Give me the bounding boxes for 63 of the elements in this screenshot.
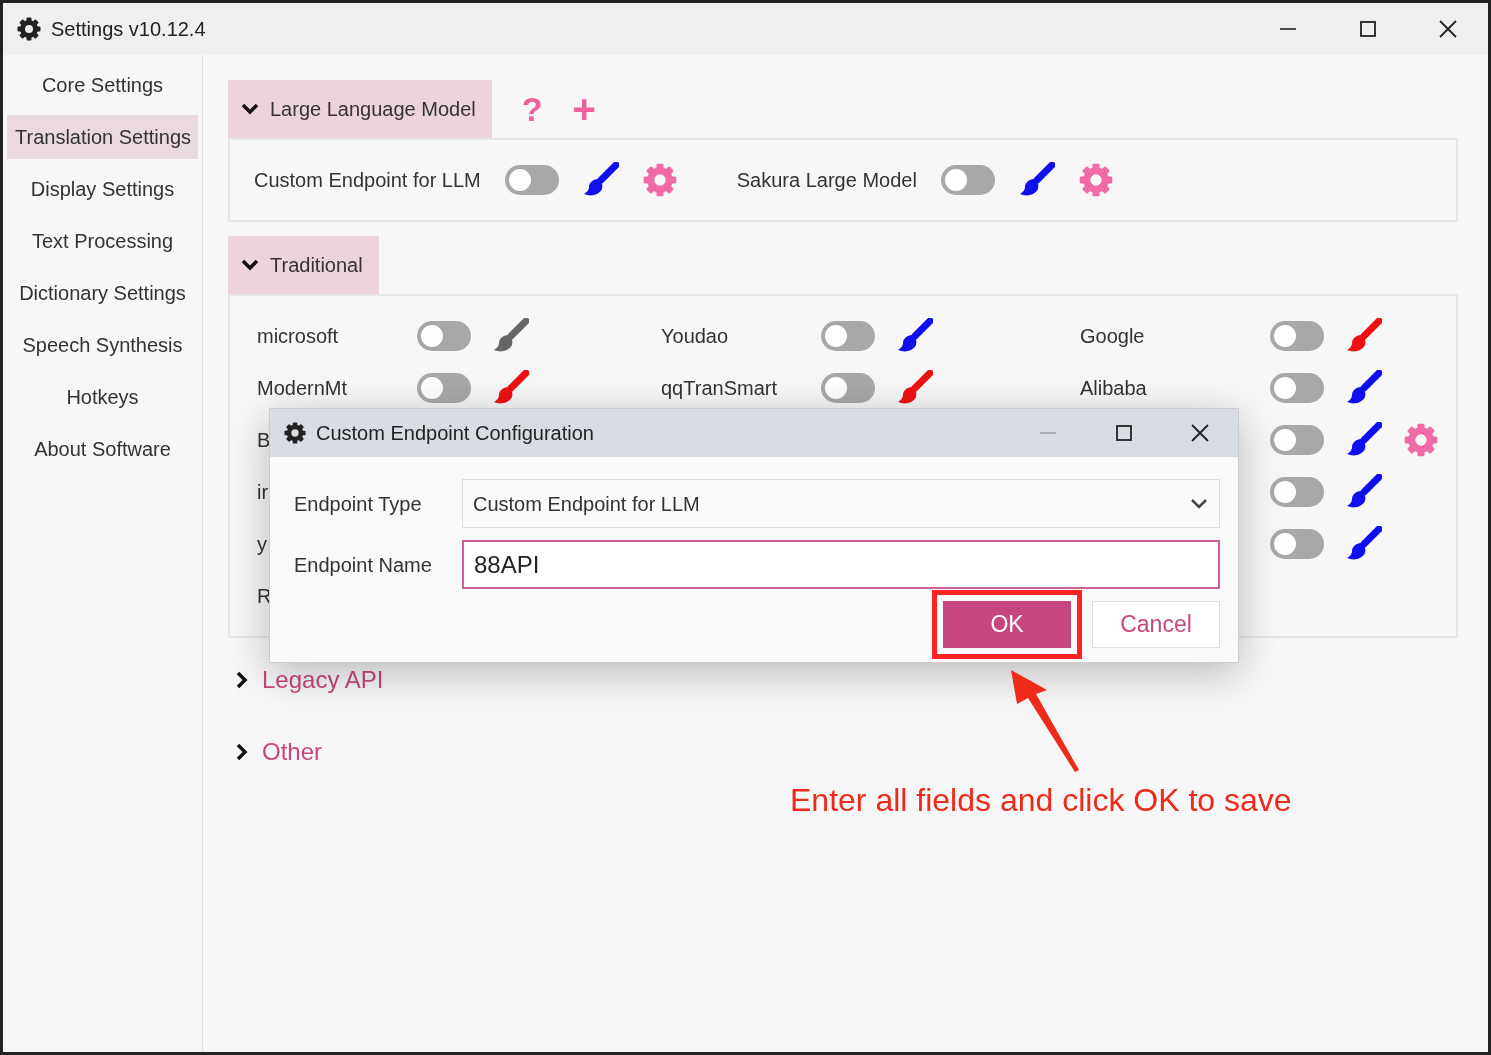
engine-name: Google (1080, 324, 1145, 349)
toggle-switch[interactable] (1270, 373, 1324, 403)
toggle-switch[interactable] (417, 321, 471, 351)
paintbrush-icon[interactable] (1346, 474, 1382, 510)
section-header[interactable]: Large Language Model (228, 80, 492, 138)
engine-name: B (257, 428, 271, 453)
settings-icon[interactable] (1404, 423, 1438, 457)
engine-name: ir (257, 480, 269, 505)
sidebar-item[interactable]: About Software (7, 427, 198, 471)
settings-icon[interactable] (642, 163, 677, 197)
toggle-switch[interactable] (821, 373, 875, 403)
engine-name: Custom Endpoint for LLM (254, 168, 481, 193)
sidebar-item[interactable]: Dictionary Settings (7, 271, 198, 315)
maximize-icon[interactable] (1358, 19, 1378, 39)
sidebar-item[interactable]: Text Processing (7, 219, 198, 263)
section-header[interactable]: Other (228, 724, 1458, 780)
engine-name: Youdao (661, 324, 729, 349)
sidebar-item[interactable]: Display Settings (7, 167, 198, 211)
paintbrush-icon[interactable] (1018, 162, 1055, 198)
annotation-text: Enter all fields and click OK to save (790, 781, 1292, 820)
sidebar-item[interactable]: Translation Settings (7, 115, 198, 159)
gear-icon (17, 17, 41, 41)
engine-name: Alibaba (1080, 376, 1147, 401)
engine-name: qqTranSmart (661, 376, 777, 401)
close-icon[interactable] (1190, 423, 1210, 443)
close-icon[interactable] (1438, 19, 1458, 39)
toggle-switch[interactable] (504, 165, 559, 195)
cancel-button[interactable]: Cancel (1092, 601, 1220, 648)
engine-name: ModernMt (257, 376, 348, 401)
paintbrush-icon[interactable] (1346, 370, 1382, 406)
engine-name: Sakura Large Model (736, 168, 917, 193)
toggle-switch[interactable] (1270, 529, 1324, 559)
toggle-switch[interactable] (417, 373, 471, 403)
section-header[interactable]: Legacy API (228, 652, 1458, 708)
paintbrush-icon[interactable] (493, 370, 529, 406)
paintbrush-icon[interactable] (493, 318, 529, 354)
engine-name: y (257, 532, 267, 557)
section-header[interactable]: Traditional (228, 236, 379, 294)
dropdown-field[interactable]: Custom Endpoint for LLM (462, 479, 1220, 528)
field-label: Endpoint Type (294, 491, 423, 517)
input-field[interactable]: 88API (462, 540, 1220, 589)
toggle-switch[interactable] (940, 165, 995, 195)
dialog-title: Custom Endpoint Configuration (316, 421, 594, 446)
sidebar-item[interactable]: Speech Synthesis (7, 323, 198, 367)
maximize-icon[interactable] (1114, 423, 1134, 443)
toggle-switch[interactable] (1270, 321, 1324, 351)
paintbrush-icon[interactable] (897, 370, 933, 406)
toggle-switch[interactable] (1270, 425, 1324, 455)
toggle-switch[interactable] (1270, 477, 1324, 507)
paintbrush-icon[interactable] (1346, 318, 1382, 354)
paintbrush-icon[interactable] (1346, 526, 1382, 562)
toggle-switch[interactable] (821, 321, 875, 351)
gear-icon (284, 422, 306, 444)
paintbrush-icon[interactable] (582, 162, 619, 198)
sidebar-item[interactable]: Core Settings (7, 63, 198, 107)
engine-name: microsoft (257, 324, 339, 349)
paintbrush-icon[interactable] (1346, 422, 1382, 458)
paintbrush-icon[interactable] (897, 318, 933, 354)
ok-button[interactable]: OK (943, 601, 1071, 648)
settings-icon[interactable] (1078, 163, 1113, 197)
sidebar-item[interactable]: Hotkeys (7, 375, 198, 419)
window-title: Settings v10.12.4 (51, 17, 206, 42)
field-label: Endpoint Name (294, 552, 433, 578)
